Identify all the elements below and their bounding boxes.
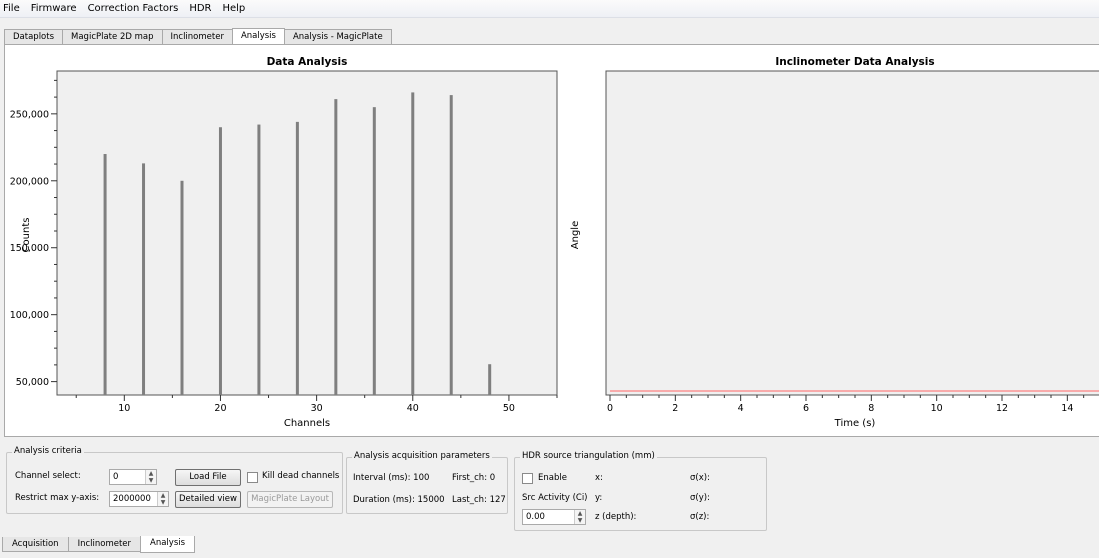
x-tick-label: 12: [996, 403, 1008, 414]
bar-channel-20: [218, 127, 222, 395]
x-tick-label: 4: [738, 403, 744, 414]
bar-channel-8: [103, 154, 107, 395]
tab-dataplots[interactable]: Dataplots: [4, 29, 64, 44]
charts-canvas: Data Analysis 10 20 30 40 5050,000100,000150…: [10, 56, 1099, 429]
tab-magicplate-2d-map[interactable]: MagicPlate 2D map: [62, 29, 163, 44]
detailed-view-button[interactable]: Detailed view: [175, 491, 241, 508]
analysis-criteria-title: Analysis criteria: [12, 446, 84, 456]
restrict-y-axis-label: Restrict max y-axis:: [15, 493, 100, 503]
magicplate-layout-button[interactable]: MagicPlate Layout: [247, 491, 333, 508]
hdr-sigma-x-label: σ(x):: [690, 473, 710, 483]
inclinometer-xlabel: Time (s): [834, 418, 876, 429]
x-tick-label: 40: [407, 403, 419, 414]
hdr-triangulation-title: HDR source triangulation (mm): [520, 451, 657, 461]
hdr-enable-checkbox[interactable]: [522, 473, 533, 484]
channel-select-label: Channel select:: [15, 471, 81, 481]
channel-select-input[interactable]: 0 ▲ ▼: [109, 469, 157, 485]
restrict-y-axis-stepper-icon[interactable]: ▲ ▼: [157, 492, 168, 506]
bottom-tab-analysis[interactable]: Analysis: [140, 536, 196, 553]
data-analysis-xlabel: Channels: [284, 418, 330, 429]
x-tick-label: 30: [311, 403, 323, 414]
bar-channel-32: [334, 99, 338, 395]
data-analysis-title: Data Analysis: [267, 56, 348, 68]
channel-select-value: 0: [113, 472, 119, 482]
menu-correction-factors[interactable]: Correction Factors: [88, 3, 179, 14]
inclinometer-plot-area: [605, 70, 1099, 396]
menu-hdr[interactable]: HDR: [189, 3, 211, 14]
hdr-enable-label: Enable: [538, 473, 567, 483]
bar-channel-24: [257, 124, 261, 396]
y-tick-label: 100,000: [10, 310, 49, 321]
kill-dead-channels-label: Kill dead channels: [262, 471, 340, 481]
interval-text: Interval (ms): 100: [353, 473, 430, 483]
x-tick-label: 8: [868, 403, 874, 414]
inclinometer-axes: 0 2 4 6 8 10 12 14: [607, 395, 1085, 414]
data-analysis-ylabel: Counts: [21, 218, 32, 253]
bottom-tab-acquisition[interactable]: Acquisition: [2, 537, 69, 552]
bar-channel-36: [372, 107, 376, 396]
x-tick-label: 2: [672, 403, 678, 414]
top-tab-bar: Dataplots MagicPlate 2D map Inclinometer…: [4, 28, 392, 45]
src-activity-label: Src Activity (Ci): [522, 493, 588, 503]
bar-channel-28: [295, 121, 299, 395]
restrict-y-axis-input[interactable]: 2000000 ▲ ▼: [109, 491, 169, 507]
y-tick-label: 50,000: [16, 377, 49, 388]
bottom-tab-bar: Acquisition Inclinometer Analysis: [2, 536, 196, 555]
bar-channel-16: [180, 180, 184, 395]
inclinometer-ylabel: Angle: [570, 221, 581, 249]
x-tick-label: 20: [214, 403, 226, 414]
x-tick-label: 0: [607, 403, 613, 414]
inclinometer-analysis-title: Inclinometer Data Analysis: [775, 56, 934, 68]
tab-analysis[interactable]: Analysis: [231, 28, 285, 45]
hdr-y-label: y:: [595, 493, 603, 503]
analysis-tab-pane: Data Analysis 10 20 30 40 50 50,000 100,000 150…: [4, 44, 1099, 437]
hdr-sigma-z-label: σ(z):: [690, 512, 710, 522]
hdr-x-label: x:: [595, 473, 603, 483]
tab-inclinometer[interactable]: Inclinometer: [161, 29, 233, 44]
src-activity-value: 0.00: [526, 512, 545, 522]
load-file-button[interactable]: Load File: [175, 469, 241, 486]
first-ch-text: First_ch: 0: [452, 473, 496, 483]
acquisition-parameters-title: Analysis acquisition parameters: [352, 451, 492, 461]
bottom-tab-inclinometer[interactable]: Inclinometer: [67, 537, 142, 552]
bar-channel-40: [411, 92, 415, 396]
duration-text: Duration (ms): 15000: [353, 495, 445, 505]
analysis-criteria-group: Analysis criteria Channel select: 0 ▲ ▼ L…: [6, 446, 343, 514]
bar-channel-12: [142, 163, 146, 395]
bar-channel-48: [488, 364, 492, 395]
menu-firmware[interactable]: Firmware: [31, 3, 77, 14]
x-tick-label: 10: [118, 403, 130, 414]
tab-analysis-magicplate[interactable]: Analysis - MagicPlate: [283, 29, 392, 44]
hdr-z-label: z (depth):: [595, 512, 637, 522]
channel-select-stepper-icon[interactable]: ▲ ▼: [145, 470, 156, 484]
last-ch-text: Last_ch: 127: [452, 495, 506, 505]
restrict-y-axis-value: 2000000: [113, 494, 151, 504]
x-tick-label: 10: [931, 403, 943, 414]
bar-channel-44: [449, 95, 453, 395]
x-tick-label: 6: [803, 403, 809, 414]
hdr-sigma-y-label: σ(y):: [690, 493, 710, 503]
src-activity-input[interactable]: 0.00 ▲ ▼: [522, 509, 586, 525]
src-activity-stepper-icon[interactable]: ▲ ▼: [574, 510, 585, 524]
x-tick-label: 14: [1061, 403, 1073, 414]
data-analysis-plot-area: [56, 70, 558, 396]
kill-dead-channels-checkbox[interactable]: [247, 472, 258, 483]
menu-bar: File Firmware Correction Factors HDR Hel…: [0, 0, 1099, 18]
x-tick-label: 50: [503, 403, 515, 414]
y-tick-label: 250,000: [10, 109, 49, 120]
menu-file[interactable]: File: [3, 3, 20, 14]
acquisition-parameters-group: Analysis acquisition parameters Interval…: [346, 451, 508, 514]
menu-help[interactable]: Help: [222, 3, 245, 14]
hdr-triangulation-group: HDR source triangulation (mm) Enable x: …: [514, 451, 767, 531]
y-tick-label: 200,000: [10, 176, 49, 187]
